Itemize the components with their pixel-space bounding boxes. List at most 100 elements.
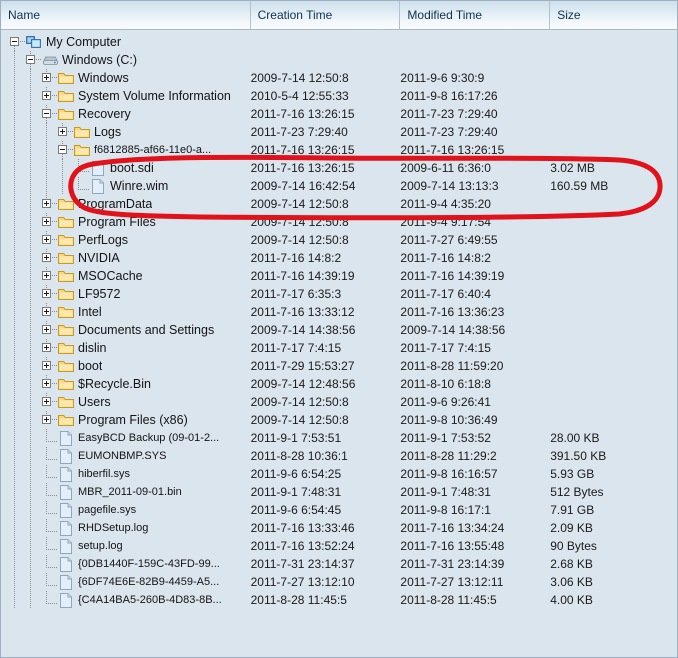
expand-node-button[interactable] (41, 357, 57, 375)
tree-row[interactable]: Windows (C:) (1, 51, 677, 69)
tree-indent (1, 519, 41, 537)
cell-name[interactable]: Winre.wim (1, 177, 251, 195)
tree-row[interactable]: Program Files (x86) 2009-7-14 12:50:8 2011… (1, 411, 677, 429)
cell-name[interactable]: hiberfil.sys (1, 465, 251, 483)
expand-node-button[interactable] (41, 69, 57, 87)
collapse-node-button[interactable] (25, 51, 41, 69)
cell-size (550, 231, 677, 249)
cell-name[interactable]: boot (1, 357, 251, 375)
tree-row[interactable]: EasyBCD Backup (09-01-2... 2011-9-1 7:53:… (1, 429, 677, 447)
cell-size: 391.50 KB (550, 449, 607, 463)
cell-name[interactable]: f6812885-af66-11e0-a... (1, 141, 251, 159)
tree-row[interactable]: {0DB1440F-159C-43FD-99... 2011-7-31 23:14… (1, 555, 677, 573)
file-tree[interactable]: My Computer Windows (C:) Windows 2009-7-14 … (1, 30, 677, 609)
expand-node-button[interactable] (41, 411, 57, 429)
tree-row[interactable]: PerfLogs 2009-7-14 12:50:8 2011-7-27 6:49:… (1, 231, 677, 249)
cell-name[interactable]: dislin (1, 339, 251, 357)
tree-row[interactable]: boot 2011-7-29 15:53:27 2011-8-28 11:59:20 (1, 357, 677, 375)
cell-name[interactable]: MSOCache (1, 267, 251, 285)
cell-name[interactable]: Windows (C:) (1, 51, 251, 69)
tree-row[interactable]: Logs 2011-7-23 7:29:40 2011-7-23 7:29:40 (1, 123, 677, 141)
tree-row[interactable]: Users 2009-7-14 12:50:8 2011-9-6 9:26:41 (1, 393, 677, 411)
cell-name[interactable]: {C4A14BA5-260B-4D83-8B... (1, 591, 251, 609)
cell-name[interactable]: EUMONBMP.SYS (1, 447, 251, 465)
tree-row[interactable]: pagefile.sys 2011-9-6 6:54:45 2011-9-8 16:… (1, 501, 677, 519)
tree-row[interactable]: LF9572 2011-7-17 6:35:3 2011-7-17 6:40:4 (1, 285, 677, 303)
cell-name[interactable]: PerfLogs (1, 231, 251, 249)
tree-row[interactable]: System Volume Information 2010-5-4 12:55:… (1, 87, 677, 105)
cell-name[interactable]: Windows (1, 69, 251, 87)
expand-node-button[interactable] (41, 303, 57, 321)
tree-row[interactable]: EUMONBMP.SYS 2011-8-28 10:36:1 2011-8-28 1… (1, 447, 677, 465)
cell-name[interactable]: EasyBCD Backup (09-01-2... (1, 429, 251, 447)
cell-name[interactable]: LF9572 (1, 285, 251, 303)
tree-row[interactable]: boot.sdi 2011-7-16 13:26:15 2009-6-11 6:36… (1, 159, 677, 177)
cell-name[interactable]: {0DB1440F-159C-43FD-99... (1, 555, 251, 573)
tree-indent (1, 249, 41, 267)
expand-node-button[interactable] (41, 267, 57, 285)
collapse-node-button[interactable] (57, 141, 73, 159)
expand-node-button[interactable] (41, 195, 57, 213)
collapse-node-button[interactable] (41, 105, 57, 123)
expand-node-button[interactable] (41, 213, 57, 231)
column-header-modified-time[interactable]: Modified Time (400, 1, 551, 29)
tree-row[interactable]: NVIDIA 2011-7-16 14:8:2 2011-7-16 14:8:2 (1, 249, 677, 267)
cell-name[interactable]: $Recycle.Bin (1, 375, 251, 393)
tree-row[interactable]: Intel 2011-7-16 13:33:12 2011-7-16 13:36:2… (1, 303, 677, 321)
cell-name[interactable]: MBR_2011-09-01.bin (1, 483, 251, 501)
tree-row[interactable]: Recovery 2011-7-16 13:26:15 2011-7-23 7:29… (1, 105, 677, 123)
tree-row[interactable]: Program Files 2009-7-14 12:50:8 2011-9-4 9… (1, 213, 677, 231)
tree-guide-line (62, 159, 63, 177)
column-header-size[interactable]: Size (550, 1, 677, 29)
tree-row[interactable]: ProgramData 2009-7-14 12:50:8 2011-9-4 4:3… (1, 195, 677, 213)
cell-name[interactable]: ProgramData (1, 195, 251, 213)
tree-row[interactable]: MSOCache 2011-7-16 14:39:19 2011-7-16 14:3… (1, 267, 677, 285)
tree-row[interactable]: MBR_2011-09-01.bin 2011-9-1 7:48:31 2011-9… (1, 483, 677, 501)
cell-name[interactable]: Program Files (x86) (1, 411, 251, 429)
tree-row[interactable]: {6DF74E6E-82B9-4459-A5... 2011-7-27 13:12… (1, 573, 677, 591)
expand-node-button[interactable] (41, 87, 57, 105)
cell-name[interactable]: My Computer (1, 33, 251, 51)
cell-name[interactable]: {6DF74E6E-82B9-4459-A5... (1, 573, 251, 591)
tree-row[interactable]: My Computer (1, 33, 677, 51)
tree-row[interactable]: Windows 2009-7-14 12:50:8 2011-9-6 9:30:9 (1, 69, 677, 87)
tree-row[interactable]: Documents and Settings 2009-7-14 14:38:56… (1, 321, 677, 339)
tree-leaf-connector (73, 177, 89, 195)
cell-name[interactable]: System Volume Information (1, 87, 251, 105)
cell-name[interactable]: setup.log (1, 537, 251, 555)
cell-name[interactable]: Documents and Settings (1, 321, 251, 339)
expand-node-button[interactable] (41, 285, 57, 303)
file-tree-window: Name Creation Time Modified Time Size My… (0, 0, 678, 658)
cell-modified-time (400, 33, 550, 51)
expand-node-button[interactable] (41, 393, 57, 411)
tree-row[interactable]: $Recycle.Bin 2009-7-14 12:48:56 2011-8-10 … (1, 375, 677, 393)
tree-row[interactable]: hiberfil.sys 2011-9-6 6:54:25 2011-9-8 16:… (1, 465, 677, 483)
file-icon (57, 519, 75, 537)
tree-row[interactable]: dislin 2011-7-17 7:4:15 2011-7-17 7:4:15 (1, 339, 677, 357)
cell-name[interactable]: Recovery (1, 105, 251, 123)
cell-name[interactable]: Program Files (1, 213, 251, 231)
column-header-name[interactable]: Name (1, 1, 251, 29)
tree-row[interactable]: Winre.wim 2009-7-14 16:42:54 2009-7-14 13:… (1, 177, 677, 195)
expand-node-button[interactable] (57, 123, 73, 141)
expand-node-button[interactable] (41, 321, 57, 339)
tree-row[interactable]: f6812885-af66-11e0-a... 2011-7-16 13:26:1… (1, 141, 677, 159)
cell-name[interactable]: Users (1, 393, 251, 411)
tree-row[interactable]: RHDSetup.log 2011-7-16 13:33:46 2011-7-16 … (1, 519, 677, 537)
cell-name[interactable]: boot.sdi (1, 159, 251, 177)
tree-row[interactable]: setup.log 2011-7-16 13:52:24 2011-7-16 13:… (1, 537, 677, 555)
collapse-node-button[interactable] (9, 33, 25, 51)
expand-node-button[interactable] (41, 231, 57, 249)
cell-modified-time (400, 51, 550, 69)
cell-name[interactable]: RHDSetup.log (1, 519, 251, 537)
cell-name[interactable]: pagefile.sys (1, 501, 251, 519)
expand-node-button[interactable] (41, 339, 57, 357)
expand-node-button[interactable] (41, 375, 57, 393)
cell-name[interactable]: Logs (1, 123, 251, 141)
cell-name[interactable]: Intel (1, 303, 251, 321)
expand-node-button[interactable] (41, 249, 57, 267)
cell-name[interactable]: NVIDIA (1, 249, 251, 267)
tree-row[interactable]: {C4A14BA5-260B-4D83-8B... 2011-8-28 11:45… (1, 591, 677, 609)
tree-indent (1, 159, 73, 177)
column-header-creation-time[interactable]: Creation Time (251, 1, 401, 29)
